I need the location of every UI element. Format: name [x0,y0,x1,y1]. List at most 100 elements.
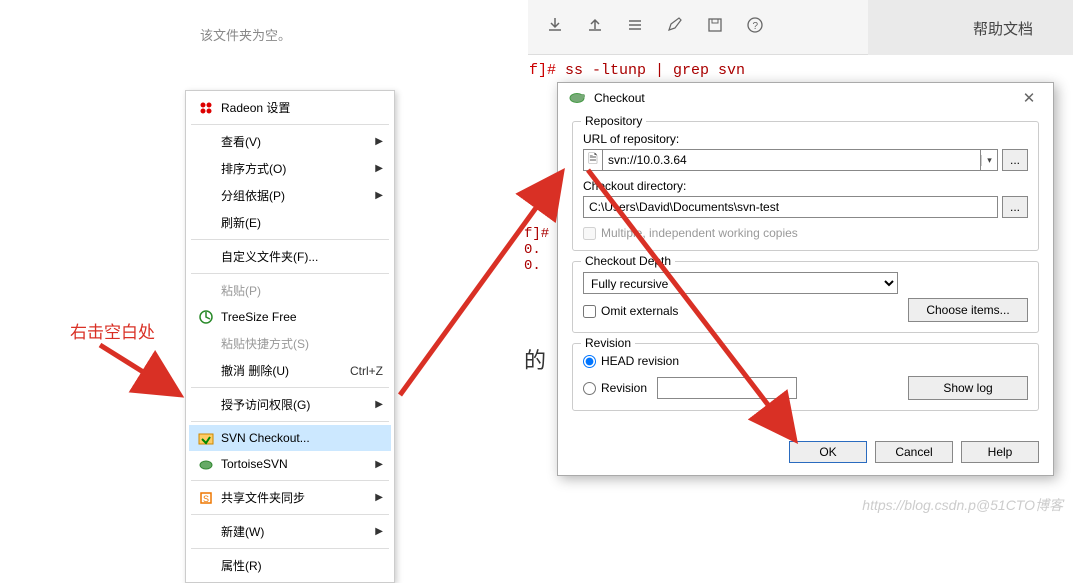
url-input[interactable] [602,149,981,171]
url-combobox[interactable]: 🗎 ▾ [583,149,998,171]
list-icon[interactable] [625,15,645,35]
dir-browse-button[interactable]: ... [1002,196,1028,218]
dialog-titlebar[interactable]: Checkout ✕ [558,83,1053,113]
head-revision-radio[interactable] [583,355,596,368]
menu-label: 粘贴(P) [221,282,383,299]
menu-treesize[interactable]: TreeSize Free [189,304,391,330]
menu-label: 查看(V) [221,133,375,150]
context-menu: Radeon 设置 查看(V)▶ 排序方式(O)▶ 分组依据(P)▶ 刷新(E)… [185,90,395,583]
menu-label: 新建(W) [221,523,375,540]
empty-folder-text: 该文件夹为空。 [200,25,291,44]
download-icon[interactable] [545,15,565,35]
menu-label: 授予访问权限(G) [221,396,375,413]
file-icon: 🗎 [584,150,602,171]
menu-label: 刷新(E) [221,214,383,231]
directory-input[interactable] [583,196,998,218]
repository-group: Repository URL of repository: 🗎 ▾ ... Ch… [572,121,1039,251]
tortoise-icon [197,456,215,472]
svg-text:?: ? [753,21,759,32]
annotation-label: 右击空白处 [70,318,155,343]
dialog-tortoise-icon [568,90,588,106]
omit-externals-checkbox[interactable] [583,305,596,318]
dialog-title: Checkout [594,91,1015,105]
menu-label: TreeSize Free [221,310,383,324]
help-icon[interactable]: ? [745,15,765,35]
ok-button[interactable]: OK [789,441,867,463]
url-label: URL of repository: [583,132,1028,146]
share-sync-icon: S [197,490,215,506]
menu-group[interactable]: 分组依据(P)▶ [189,182,391,209]
right-panel-bg [868,0,1073,55]
menu-label: SVN Checkout... [221,431,383,445]
menu-paste: 粘贴(P) [189,277,391,304]
url-browse-button[interactable]: ... [1002,149,1028,171]
menu-separator [191,124,389,125]
watermark: https://blog.csdn.p@51CTO博客 [862,495,1063,515]
menu-label: 排序方式(O) [221,160,375,177]
submenu-arrow-icon: ▶ [375,526,383,537]
menu-tortoise-svn[interactable]: TortoiseSVN▶ [189,451,391,477]
menu-separator [191,239,389,240]
multi-label: Multiple, independent working copies [601,226,798,240]
close-button[interactable]: ✕ [1015,89,1043,107]
submenu-arrow-icon: ▶ [375,492,383,503]
menu-label: 粘贴快捷方式(S) [221,335,383,352]
upload-icon[interactable] [585,15,605,35]
help-panel-title: 帮助文档 [973,18,1033,39]
menu-svn-checkout[interactable]: SVN Checkout... [189,425,391,451]
svg-text:S: S [203,494,209,504]
menu-refresh[interactable]: 刷新(E) [189,209,391,236]
terminal-line: f]# ss -ltunp | grep svn [529,62,745,79]
save-icon[interactable] [705,15,725,35]
group-title: Repository [581,114,646,128]
menu-new[interactable]: 新建(W)▶ [189,518,391,545]
menu-label: 自定义文件夹(F)... [221,248,383,265]
multi-checkbox-row: Multiple, independent working copies [583,226,1028,240]
dropdown-arrow-icon[interactable]: ▾ [981,155,997,166]
menu-paste-shortcut: 粘贴快捷方式(S) [189,330,391,357]
menu-view[interactable]: 查看(V)▶ [189,128,391,155]
revision-group: Revision HEAD revision Revision Show log [572,343,1039,411]
checkout-dialog: Checkout ✕ Repository URL of repository:… [557,82,1054,476]
revision-label: Revision [601,381,647,395]
show-log-button[interactable]: Show log [908,376,1028,400]
submenu-arrow-icon: ▶ [375,136,383,147]
multi-checkbox [583,227,596,240]
menu-label: 属性(R) [221,557,383,574]
menu-custom-folder[interactable]: 自定义文件夹(F)... [189,243,391,270]
group-title: Revision [581,336,635,350]
edit-icon[interactable] [665,15,685,35]
dir-label: Checkout directory: [583,179,1028,193]
revision-input[interactable] [657,377,797,399]
treesize-icon [197,309,215,325]
menu-undo-delete[interactable]: 撤消 删除(U) Ctrl+Z [189,357,391,384]
menu-shortcut: Ctrl+Z [350,364,383,378]
dialog-footer: OK Cancel Help [558,433,1053,475]
menu-separator [191,514,389,515]
submenu-arrow-icon: ▶ [375,459,383,470]
menu-sort[interactable]: 排序方式(O)▶ [189,155,391,182]
help-button[interactable]: Help [961,441,1039,463]
radeon-icon [197,100,215,116]
truncated-char: 的 [524,343,546,375]
depth-select[interactable]: Fully recursive [583,272,898,294]
menu-label: 共享文件夹同步 [221,489,375,506]
menu-grant-access[interactable]: 授予访问权限(G)▶ [189,391,391,418]
menu-radeon[interactable]: Radeon 设置 [189,94,391,121]
choose-items-button[interactable]: Choose items... [908,298,1028,322]
menu-label: 分组依据(P) [221,187,375,204]
menu-separator [191,273,389,274]
submenu-arrow-icon: ▶ [375,163,383,174]
menu-label: 撤消 删除(U) [221,362,340,379]
depth-group: Checkout Depth Fully recursive Omit exte… [572,261,1039,333]
submenu-arrow-icon: ▶ [375,190,383,201]
menu-separator [191,421,389,422]
menu-share-sync[interactable]: S 共享文件夹同步▶ [189,484,391,511]
group-title: Checkout Depth [581,254,675,268]
toolbar: ? [545,15,765,35]
revision-radio[interactable] [583,382,596,395]
menu-separator [191,387,389,388]
menu-properties[interactable]: 属性(R) [189,552,391,579]
cancel-button[interactable]: Cancel [875,441,953,463]
omit-externals-label: Omit externals [601,304,678,318]
